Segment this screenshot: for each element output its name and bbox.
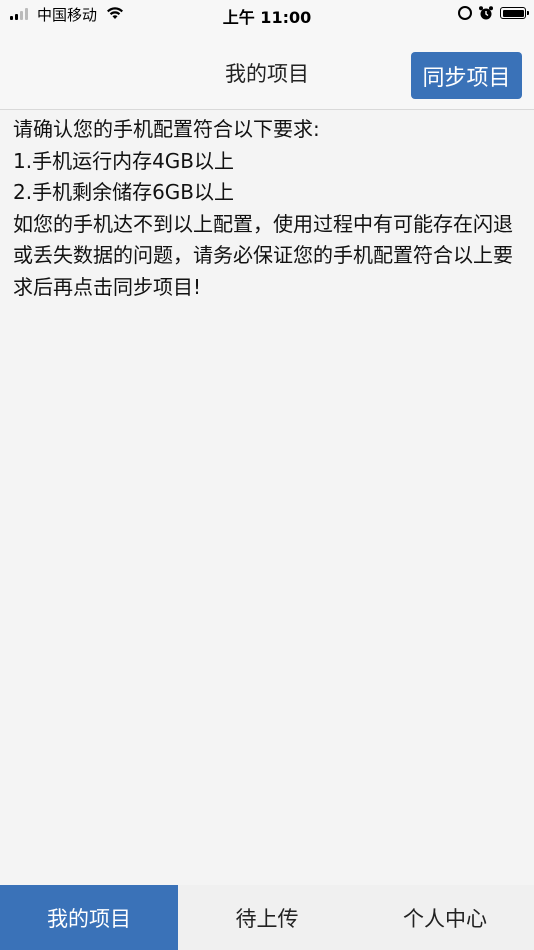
status-time: 上午 11:00 bbox=[222, 8, 312, 27]
notice-warning: 如您的手机达不到以上配置，使用过程中有可能存在闪退或丢失数据的问题，请务必保证您… bbox=[13, 211, 513, 299]
navigation-bar: 我的项目 同步项目 bbox=[0, 28, 534, 110]
requirement-ram: 1.手机运行内存4GB以上 bbox=[13, 148, 235, 173]
status-bar: 中国移动 上午 11:00 bbox=[0, 0, 534, 28]
requirements-notice: 请确认您的手机配置符合以下要求: 1.手机运行内存4GB以上 2.手机剩余储存6… bbox=[13, 114, 518, 303]
status-indicators bbox=[458, 5, 529, 21]
tab-my-projects[interactable]: 我的项目 bbox=[0, 885, 178, 950]
battery-icon bbox=[500, 7, 529, 19]
orientation-lock-icon bbox=[458, 6, 472, 20]
alarm-icon bbox=[479, 6, 493, 20]
notice-intro: 请确认您的手机配置符合以下要求: bbox=[13, 117, 320, 141]
tab-pending-upload[interactable]: 待上传 bbox=[178, 885, 356, 950]
tab-profile[interactable]: 个人中心 bbox=[356, 885, 534, 950]
requirement-storage: 2.手机剩余储存6GB以上 bbox=[13, 180, 235, 204]
bottom-tab-bar: 我的项目 待上传 个人中心 bbox=[0, 885, 534, 950]
app-screen: 中国移动 上午 11:00 我的项目 同步项目 请确认您的手机配置符合以下要求:… bbox=[0, 0, 534, 950]
sync-projects-button[interactable]: 同步项目 bbox=[411, 52, 522, 99]
